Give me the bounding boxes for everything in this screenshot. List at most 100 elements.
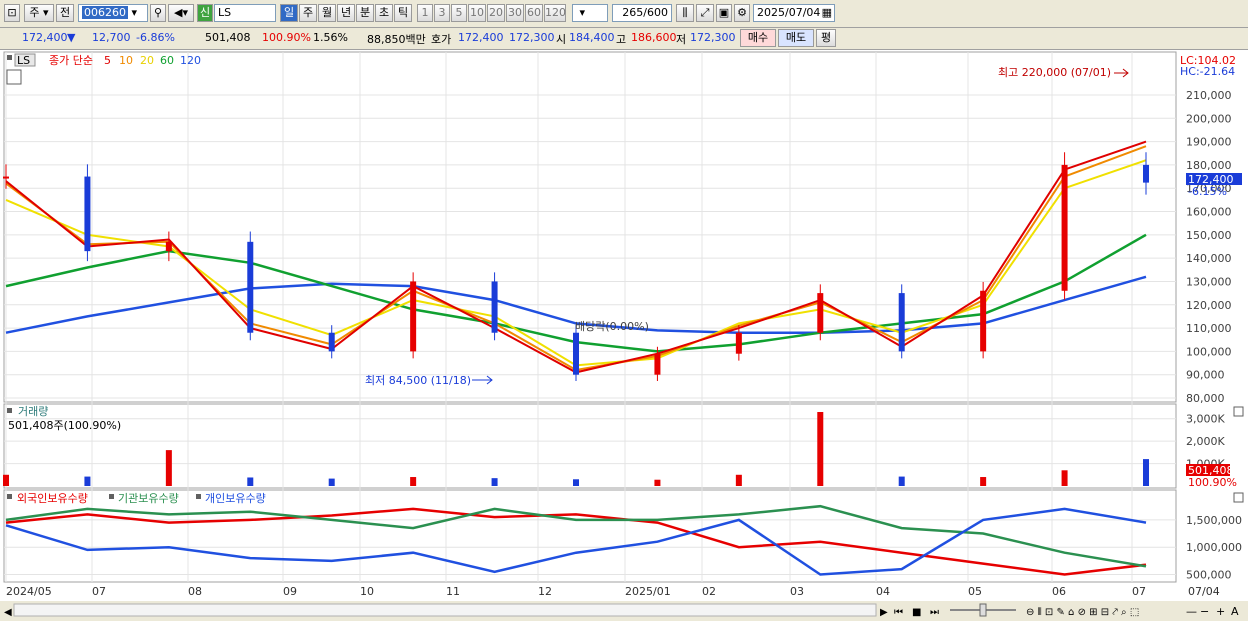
volume-bar — [817, 412, 824, 486]
x-tick: 11 — [446, 585, 460, 598]
date-field[interactable]: 2025/07/04 ▦ — [753, 4, 835, 22]
min-label: 최저 84,500 (11/18) — [365, 374, 471, 387]
price-tick: 180,000 — [1186, 159, 1232, 172]
minute-step-3[interactable]: 3 — [434, 4, 450, 22]
candle-body — [84, 176, 91, 252]
interval-0[interactable]: 일 — [280, 4, 298, 22]
price-tick: 140,000 — [1186, 252, 1232, 265]
scroll-left-icon[interactable]: ◀ — [4, 607, 12, 618]
minus-icon[interactable]: − — [1200, 605, 1209, 618]
ask-price: 172,400 — [458, 31, 504, 44]
all-button[interactable]: 전 — [56, 4, 74, 22]
tool-icon[interactable]: ⤢ — [696, 4, 714, 22]
extra-select[interactable]: ▾ — [572, 4, 608, 22]
volume-close-icon[interactable] — [1233, 406, 1244, 417]
candle-body — [165, 241, 172, 252]
minute-step-120[interactable]: 120 — [544, 4, 566, 22]
plus-icon[interactable]: + — [1216, 605, 1225, 618]
interval-2[interactable]: 월 — [318, 4, 336, 22]
save-icon[interactable]: ▣ — [716, 4, 732, 22]
zoom-out-icon[interactable]: — — [1186, 605, 1197, 618]
legend-ma10: 10 — [119, 54, 133, 67]
price-tick: 210,000 — [1186, 89, 1232, 102]
volume-bar — [84, 476, 91, 486]
price-tick: 100,000 — [1186, 345, 1232, 358]
candle-body — [3, 176, 9, 179]
sell-button[interactable]: 매도 — [778, 29, 814, 47]
interval-4[interactable]: 분 — [356, 4, 374, 22]
x-tick: 07 — [92, 585, 106, 598]
average-button[interactable]: 평 — [816, 29, 836, 47]
legend-ma60: 60 — [160, 54, 174, 67]
legend-type: 종가 단순 — [49, 54, 93, 67]
x-tick: 12 — [538, 585, 552, 598]
chart-area[interactable]: 210,000 200,000 190,000 180,000 170,000 160,0… — [0, 50, 1248, 621]
stock-chart-svg[interactable]: 210,000200,000190,000180,000170,000160,0… — [0, 50, 1248, 621]
interval-1[interactable]: 주 — [299, 4, 317, 22]
quote-bar: 172,400 ▼ 12,700 -6.86% 501,408 100.90% … — [0, 28, 1248, 50]
y-axis: 210,000200,000190,000180,000170,000160,0… — [1186, 89, 1242, 582]
minute-step-20[interactable]: 20 — [487, 4, 505, 22]
volume-bar — [1061, 470, 1068, 486]
minute-step-30[interactable]: 30 — [506, 4, 524, 22]
volume-panel — [3, 403, 1177, 489]
holding-close-icon[interactable] — [1233, 492, 1244, 503]
minute-step-60[interactable]: 60 — [525, 4, 543, 22]
current-price: 172,400 — [22, 31, 68, 44]
horizontal-scrollbar[interactable] — [13, 603, 877, 617]
holding-panel — [3, 489, 1177, 583]
minute-step-5[interactable]: 5 — [451, 4, 467, 22]
step-forward-icon[interactable]: ⏭ — [930, 607, 939, 618]
volume-tick: 2,000K — [1186, 435, 1225, 448]
interval-6[interactable]: 틱 — [394, 4, 412, 22]
holding-marker3-icon — [196, 494, 201, 499]
volume-bar — [165, 450, 172, 486]
candle-body — [247, 241, 254, 333]
price-panel — [3, 51, 1177, 403]
legend-foreign: 외국인보유수량 — [17, 492, 88, 505]
sound-icon[interactable]: ◀▾ — [168, 4, 194, 22]
interval-3[interactable]: 년 — [337, 4, 355, 22]
volume-bar — [573, 479, 579, 486]
volume-tick: 3,000K — [1186, 413, 1225, 426]
holding-marker2-icon — [109, 494, 114, 499]
candle-body — [410, 281, 417, 352]
price-tick: 80,000 — [1186, 392, 1225, 405]
step-back-icon[interactable]: ⏮ — [894, 607, 903, 618]
volume-bar — [491, 478, 498, 486]
open-label: 시 — [556, 33, 567, 46]
x-axis: 2024/05 07 08 09 10 11 12 2025/01 02 03 04 05 06 07 07… — [6, 585, 1220, 598]
minute-step-1[interactable]: 1 — [417, 4, 433, 22]
volume-bar — [328, 478, 335, 486]
volume-tag-pct: 100.90% — [1188, 476, 1237, 489]
open-price: 184,400 — [569, 31, 615, 44]
search-icon[interactable]: ⚲ — [150, 4, 166, 22]
minute-step-10[interactable]: 10 — [468, 4, 486, 22]
font-size-icon[interactable]: A — [1231, 605, 1239, 618]
legend-individual: 개인보유수량 — [205, 492, 266, 505]
chart-tools-icons[interactable]: ⊖ ⫴ ⊡ ✎ ⌂ ⊘ ⊞ ⊟ ⤤ ⌕ ⬚ — [1026, 607, 1139, 618]
x-tick: 10 — [360, 585, 374, 598]
buy-button[interactable]: 매수 — [740, 29, 776, 47]
zoom-slider-handle[interactable] — [979, 603, 987, 617]
interval-5[interactable]: 초 — [375, 4, 393, 22]
low-price: 172,300 — [690, 31, 736, 44]
candle-icon[interactable]: ⫼ — [676, 4, 694, 22]
holding-tick: 1,000,000 — [1186, 541, 1242, 554]
code-input[interactable]: 006260 ▾ — [78, 4, 148, 22]
table-icon[interactable] — [6, 69, 22, 85]
volume-bar — [735, 474, 742, 486]
gear-icon[interactable]: ⚙ — [734, 4, 750, 22]
scroll-right-icon[interactable]: ▶ — [880, 607, 888, 618]
price-tick: 200,000 — [1186, 112, 1232, 125]
count-field[interactable]: 265/600 — [612, 4, 672, 22]
holding-tick: 1,500,000 — [1186, 514, 1242, 527]
x-tick: 08 — [188, 585, 202, 598]
candle-body — [817, 293, 824, 333]
window-icon[interactable]: ⊡ — [4, 4, 20, 22]
period-select[interactable]: 주 ▾ — [24, 4, 54, 22]
name-field[interactable]: LS — [214, 4, 276, 22]
volume-value: 501,408 — [205, 31, 251, 44]
legend-ma20: 20 — [140, 54, 154, 67]
stop-icon[interactable]: ■ — [912, 607, 921, 618]
